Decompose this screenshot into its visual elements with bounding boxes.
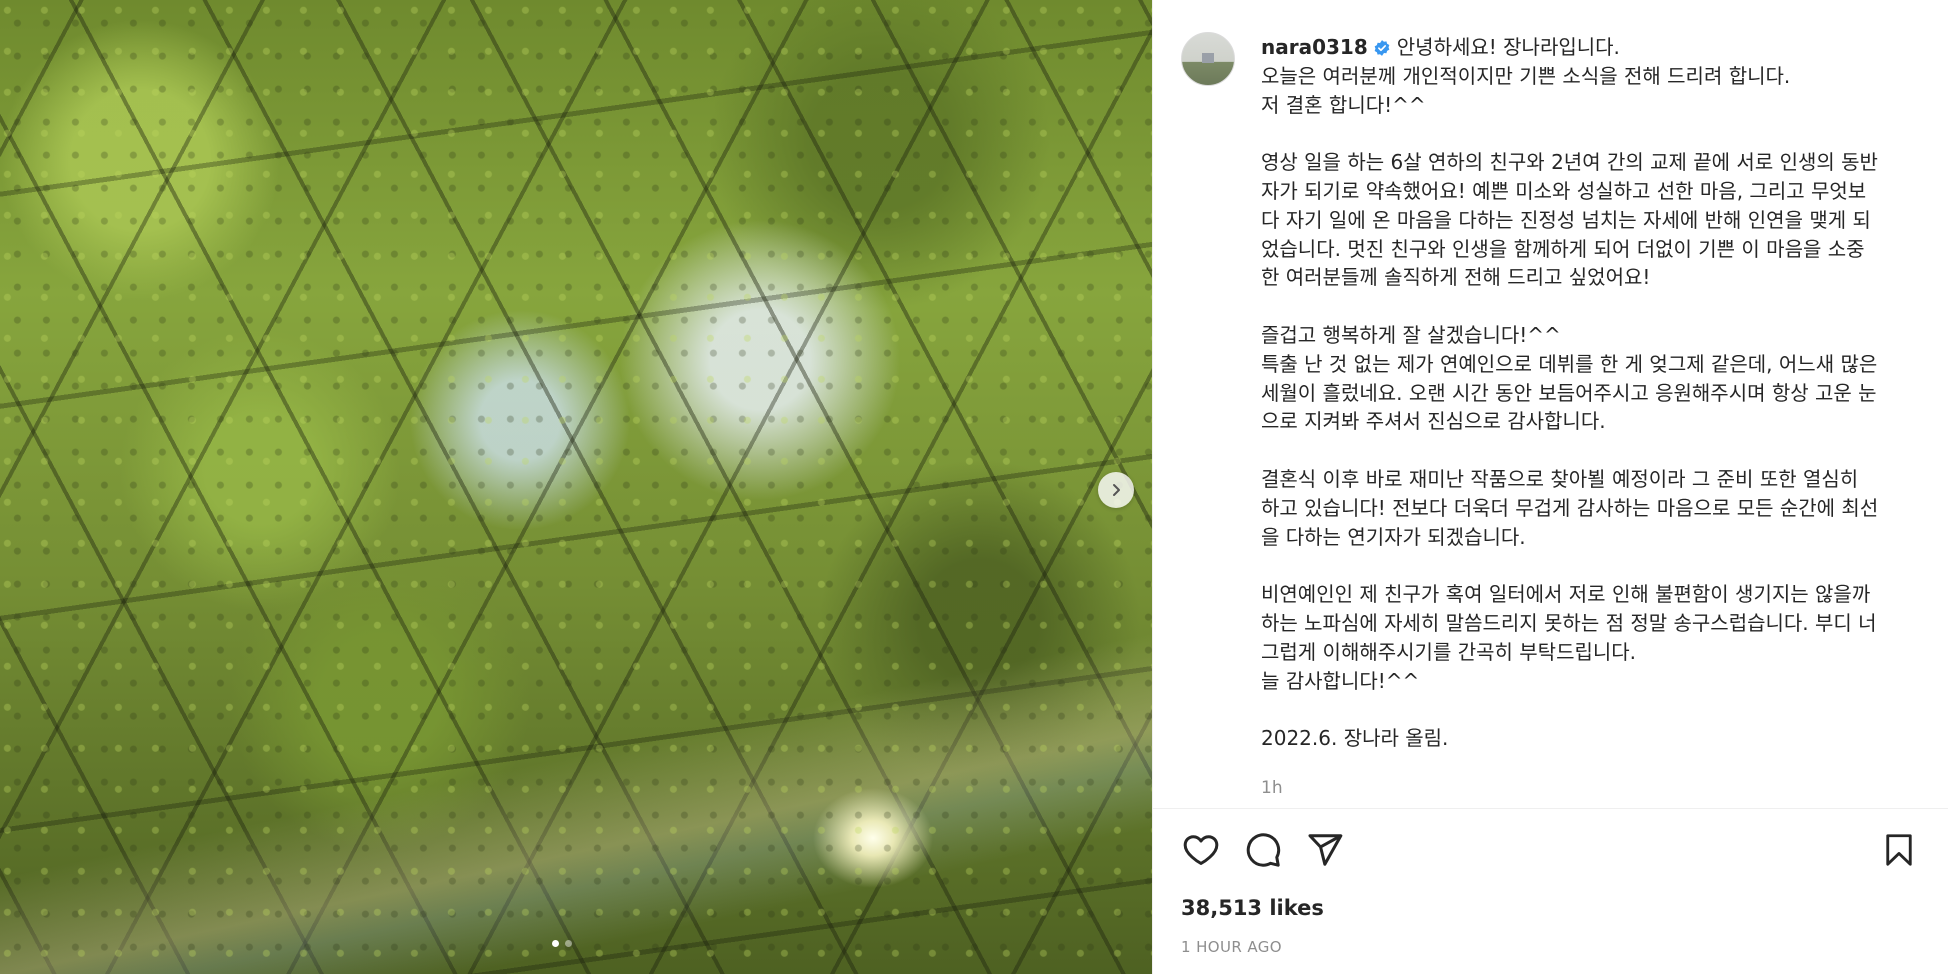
caption-line: nara0318 안녕하세요! 장나라입니다. xyxy=(1261,33,1926,62)
caption-line: 오늘은 여러분께 개인적이지만 기쁜 소식을 전해 드리려 합니다. xyxy=(1261,63,1791,88)
caption-line: 다 자기 일에 온 마음을 다하는 진정성 넘치는 자세에 반해 인연을 맺게 … xyxy=(1261,207,1871,232)
divider xyxy=(1153,808,1948,809)
caption-line: 을 다하는 연기자가 되겠습니다. xyxy=(1261,524,1526,549)
caption-line: 즐겁고 행복하게 잘 살겠습니다!^^ xyxy=(1261,322,1561,347)
caption-line: 하고 있습니다! 전보다 더욱더 무겁게 감사하는 마음으로 모든 순간에 최선 xyxy=(1261,495,1879,520)
caption-line: 저 결혼 합니다!^^ xyxy=(1261,92,1426,117)
post-details-panel: nara0318 안녕하세요! 장나라입니다. 오늘은 여러분께 개인적이지만 기… xyxy=(1152,0,1948,974)
post-time: 1 HOUR AGO xyxy=(1181,938,1282,956)
caption-line xyxy=(1261,695,1926,724)
carousel-dot xyxy=(565,940,572,947)
share-button[interactable] xyxy=(1305,830,1345,870)
bookmark-icon xyxy=(1886,834,1912,866)
caption-line: 었습니다. 멋진 친구와 인생을 함께하게 되어 더없이 기쁜 이 마음을 소중 xyxy=(1261,236,1865,261)
caption-line: 한 여러분들께 솔직하게 전해 드리고 싶었어요! xyxy=(1261,265,1651,290)
caption-line xyxy=(1261,119,1926,148)
carousel-indicator xyxy=(552,940,572,947)
caption-line: 비연예인인 제 친구가 혹여 일터에서 저로 인해 불편함이 생기지는 않을까 xyxy=(1261,582,1871,607)
caption-line: 결혼식 이후 바로 재미난 작품으로 찾아뵐 예정이라 그 준비 또한 열심히 xyxy=(1261,466,1859,491)
comment-icon xyxy=(1246,833,1281,867)
caption-line: 하는 노파심에 자세히 말씀드리지 못하는 점 정말 송구스럽습니다. 부디 너 xyxy=(1261,610,1877,635)
caption-line: 으로 지켜봐 주셔서 진심으로 감사합니다. xyxy=(1261,409,1606,434)
heart-icon xyxy=(1183,835,1219,865)
caption-line: 자가 되기로 약속했어요! 예쁜 미소와 성실하고 선한 마음, 그리고 무엇보 xyxy=(1261,178,1867,203)
verified-badge-icon xyxy=(1374,40,1390,56)
next-slide-button[interactable] xyxy=(1098,472,1134,508)
caption-line: 특출 난 것 없는 제가 연예인으로 데뷔를 한 게 엊그제 같은데, 어느새 … xyxy=(1261,351,1878,376)
caption-line: 2022.6. 장나라 올림. xyxy=(1261,726,1449,751)
caption-line: 그럽게 이해해주시기를 간곡히 부탁드립니다. xyxy=(1261,639,1637,664)
share-icon xyxy=(1308,834,1343,866)
post-actions xyxy=(1181,830,1345,870)
caption-line xyxy=(1261,292,1926,321)
caption-line: 영상 일을 하는 6살 연하의 친구와 2년여 간의 교제 끝에 서로 인생의 … xyxy=(1261,150,1878,175)
post-caption: nara0318 안녕하세요! 장나라입니다. 오늘은 여러분께 개인적이지만 기… xyxy=(1261,33,1926,753)
post-image[interactable] xyxy=(0,0,1152,974)
avatar[interactable] xyxy=(1181,32,1235,86)
caption-line xyxy=(1261,551,1926,580)
save-button[interactable] xyxy=(1879,830,1919,870)
comment-button[interactable] xyxy=(1243,830,1283,870)
likes-count[interactable]: 38,513 likes xyxy=(1181,896,1324,920)
like-button[interactable] xyxy=(1181,830,1221,870)
caption-line: 늘 감사합니다!^^ xyxy=(1261,668,1420,693)
username-link[interactable]: nara0318 xyxy=(1261,35,1368,59)
caption-line xyxy=(1261,436,1926,465)
chevron-right-icon xyxy=(1113,484,1120,496)
carousel-dot-active xyxy=(552,940,559,947)
caption-text: 안녕하세요! 장나라입니다. xyxy=(1396,35,1620,59)
caption-line: 세월이 흘렀네요. 오랜 시간 동안 보듬어주시고 응원해주시며 항상 고운 눈 xyxy=(1261,380,1877,405)
caption-timestamp[interactable]: 1h xyxy=(1261,778,1283,798)
